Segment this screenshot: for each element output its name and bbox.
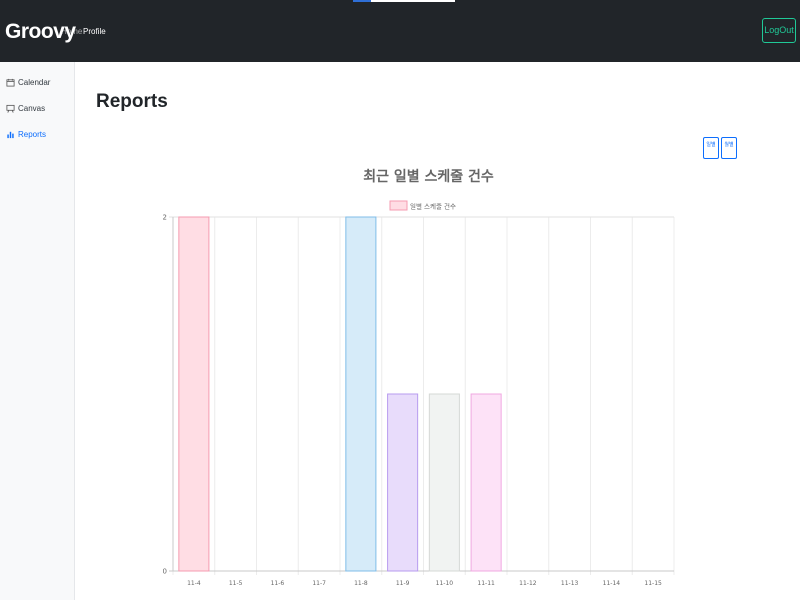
x-tick-label: 11-10 <box>436 580 454 587</box>
x-tick-label: 11-15 <box>644 580 662 587</box>
x-tick-label: 11-5 <box>229 580 243 587</box>
legend-swatch <box>389 200 408 211</box>
legend-label: 일별 스케줄 건수 <box>410 202 456 211</box>
bar-11-11 <box>470 393 502 572</box>
bar-11-9 <box>387 393 419 572</box>
x-tick-label: 11-4 <box>187 580 201 587</box>
x-tick-label: 11-14 <box>603 580 621 587</box>
chart-title: 최근 일별 스케줄 건수 <box>363 168 494 185</box>
x-tick-label: 11-8 <box>354 580 368 587</box>
y-tick-label: 2 <box>163 214 167 222</box>
x-tick-label: 11-12 <box>519 580 537 587</box>
bar-11-8 <box>345 216 377 572</box>
x-tick-label: 11-7 <box>312 580 326 587</box>
x-tick-label: 11-9 <box>396 580 410 587</box>
bar-11-10 <box>428 393 460 572</box>
bar-11-4 <box>178 216 210 572</box>
daily-schedule-chart: 최근 일별 스케줄 건수일별 스케줄 건수 0 2 11-4 11-5 11-6 11-7 1… <box>163 168 675 587</box>
x-tick-label: 11-11 <box>477 580 495 587</box>
x-tick-label: 11-6 <box>271 580 285 587</box>
x-tick-label: 11-13 <box>561 580 579 587</box>
y-tick-label: 0 <box>163 568 167 576</box>
